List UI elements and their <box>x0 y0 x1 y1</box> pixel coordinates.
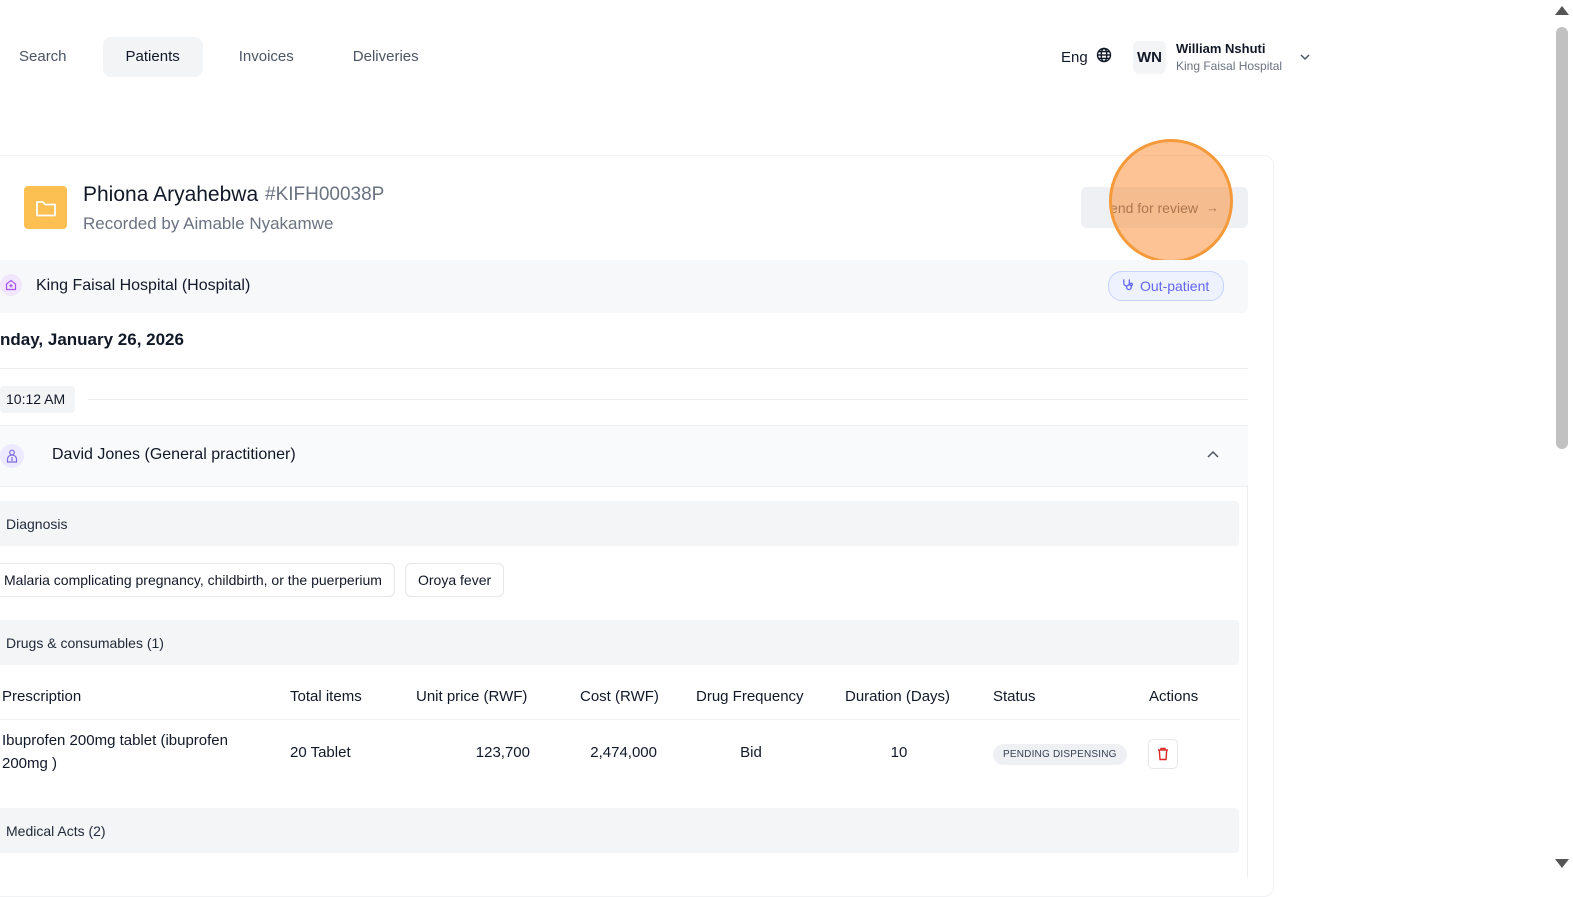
scrollbar[interactable] <box>1548 0 1573 877</box>
folder-icon <box>24 186 67 229</box>
facility-name: King Faisal Hospital (Hospital) <box>36 277 251 294</box>
hospital-icon <box>0 274 22 296</box>
visit-type-label: Out-patient <box>1140 278 1210 294</box>
recorded-by: Recorded by Aimable Nyakamwe <box>83 214 334 233</box>
user-info[interactable]: William Nshuti King Faisal Hospital <box>1176 41 1282 73</box>
nav-search[interactable]: Search <box>1 37 85 77</box>
user-name: William Nshuti <box>1176 41 1266 56</box>
delete-button[interactable] <box>1148 739 1178 769</box>
prescription-name-continued: 200mg ) <box>2 755 58 772</box>
diagnosis-section-header <box>0 501 1239 546</box>
status-badge: PENDING DISPENSING <box>993 744 1127 765</box>
column-header-prescription: Prescription <box>2 688 82 705</box>
diagnosis-chip: Oroya fever <box>405 563 505 597</box>
doctor-icon <box>0 444 24 468</box>
diagnosis-chip: Malaria complicating pregnancy, childbir… <box>0 563 395 597</box>
nav-patients[interactable]: Patients <box>102 37 203 77</box>
patient-id: #KIFH00038P <box>265 184 385 205</box>
language-selector[interactable]: Eng <box>1061 47 1112 67</box>
visit-time: 10:12 AM <box>0 386 76 413</box>
top-nav: Search Patients Invoices Deliveries <box>0 37 437 77</box>
drugs-title: Drugs & consumables (1) <box>6 635 164 651</box>
unit-price: 123,700 <box>475 744 530 761</box>
practitioner-name: David Jones (General practitioner) <box>52 446 296 463</box>
column-header-status: Status <box>993 688 1036 705</box>
total-items: 20 Tablet <box>290 744 351 761</box>
nav-deliveries[interactable]: Deliveries <box>335 37 437 77</box>
table-divider <box>0 719 1240 720</box>
panel-border <box>1247 485 1248 877</box>
nav-invoices[interactable]: Invoices <box>221 37 312 77</box>
medical-acts-title: Medical Acts (2) <box>6 823 106 839</box>
visit-date: nday, January 26, 2026 <box>0 330 184 349</box>
send-for-review-button[interactable]: end for review → <box>1081 187 1248 228</box>
duration: 10 <box>890 744 908 761</box>
column-header-unit-price: Unit price (RWF) <box>416 688 528 705</box>
column-header-cost: Cost (RWF) <box>580 688 659 705</box>
medical-acts-section-header <box>0 808 1239 853</box>
patient-name: Phiona Aryahebwa <box>83 183 259 206</box>
chevron-up-icon[interactable] <box>1205 447 1221 463</box>
user-organization: King Faisal Hospital <box>1176 59 1283 73</box>
trash-icon <box>1158 747 1168 761</box>
drug-frequency: Bid <box>740 744 762 761</box>
globe-icon <box>1096 47 1112 67</box>
divider <box>0 368 1248 369</box>
column-header-frequency: Drug Frequency <box>696 688 804 705</box>
avatar[interactable]: WN <box>1133 41 1166 74</box>
stethoscope-icon <box>1121 278 1134 294</box>
prescription-name: Ibuprofen 200mg tablet (ibuprofen <box>2 732 228 749</box>
arrow-right-icon: → <box>1205 200 1219 215</box>
language-label: Eng <box>1061 48 1088 66</box>
column-header-actions: Actions <box>1149 688 1199 705</box>
column-header-duration: Duration (Days) <box>845 688 951 705</box>
visit-type-badge: Out-patient <box>1108 271 1225 301</box>
chevron-down-icon[interactable] <box>1298 50 1312 64</box>
cost: 2,474,000 <box>590 744 657 761</box>
diagnosis-title: Diagnosis <box>6 516 68 532</box>
drugs-section-header <box>0 620 1239 665</box>
scroll-up-arrow[interactable] <box>1555 6 1569 15</box>
column-header-total-items: Total items <box>290 688 362 705</box>
send-for-review-label: end for review <box>1110 199 1198 216</box>
scroll-down-arrow[interactable] <box>1555 859 1569 868</box>
divider <box>88 399 1248 400</box>
scroll-thumb[interactable] <box>1556 27 1568 449</box>
